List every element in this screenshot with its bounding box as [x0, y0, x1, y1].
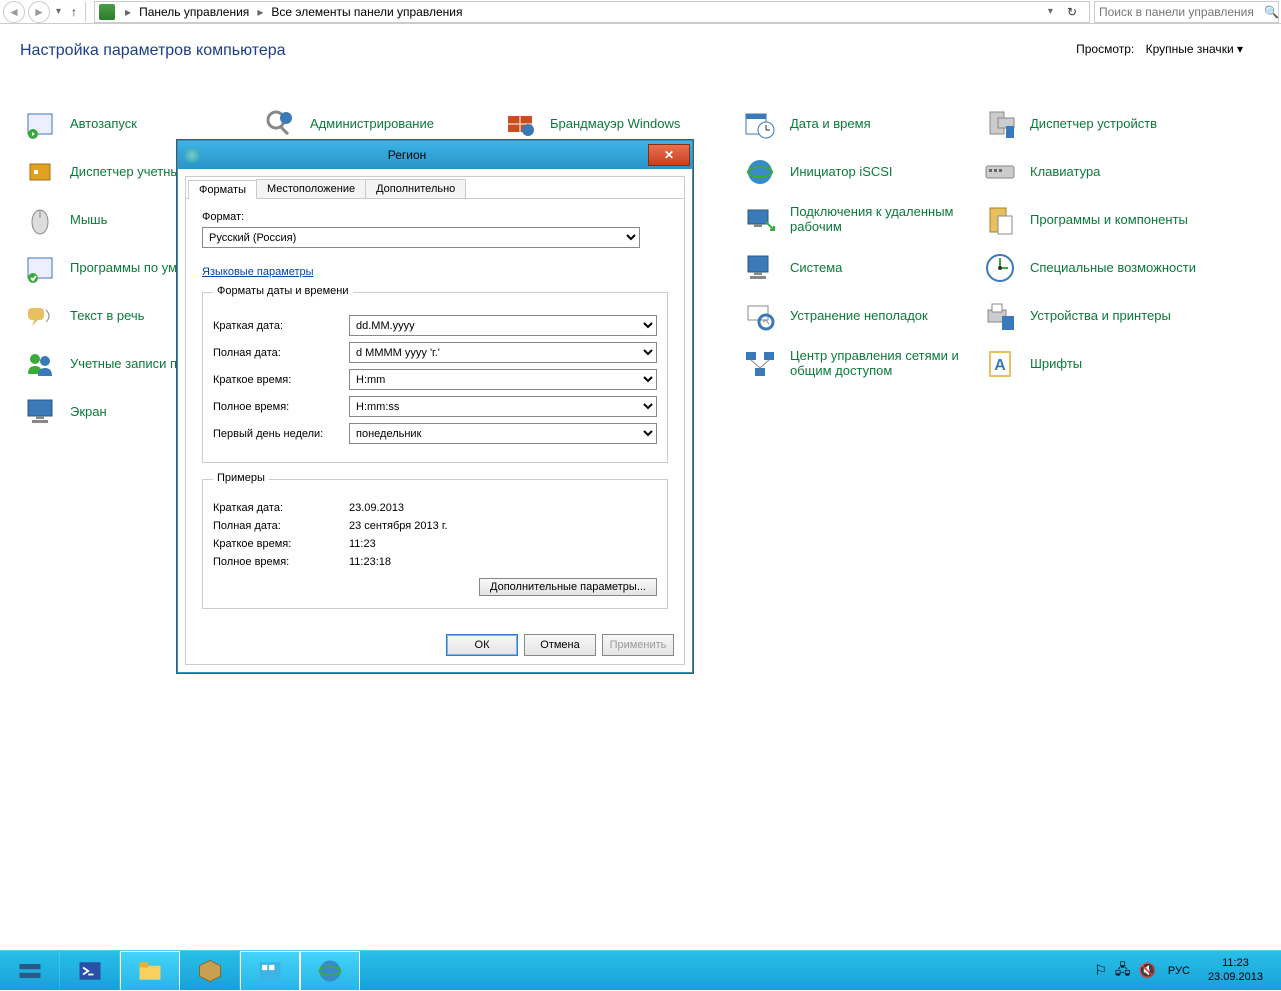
formats-panel: Формат: Русский (Россия) Языковые параме…: [186, 199, 684, 621]
item-iscsi[interactable]: Инициатор iSCSI: [740, 148, 980, 196]
address-dropdown[interactable]: ▾: [1048, 6, 1053, 17]
task-control-panel[interactable]: [240, 951, 300, 991]
dialog-body: Форматы Местоположение Дополнительно Фор…: [185, 176, 685, 665]
flag-icon[interactable]: ⚐: [1094, 962, 1107, 979]
task-region[interactable]: [300, 951, 360, 991]
long-time-combo[interactable]: H:mm:ss: [349, 396, 657, 417]
refresh-button[interactable]: ↻: [1059, 5, 1085, 19]
date-time-icon: [740, 104, 780, 144]
device-manager-icon: [980, 104, 1020, 144]
fonts-icon: A: [980, 344, 1020, 384]
breadcrumb-2[interactable]: Все элементы панели управления: [267, 5, 466, 19]
keyboard-icon: [980, 152, 1020, 192]
speech-icon: [20, 296, 60, 336]
address-toolbar: ◄ ► ▾ ↑ ▸ Панель управления ▸ Все элемен…: [0, 0, 1281, 24]
item-keyboard[interactable]: Клавиатура: [980, 148, 1220, 196]
format-label: Формат:: [202, 211, 668, 223]
history-dropdown[interactable]: ▾: [56, 6, 61, 17]
mouse-icon: [20, 200, 60, 240]
item-network-sharing[interactable]: Центр управления сетями и общим доступом: [740, 340, 980, 388]
view-dropdown[interactable]: Крупные значки ▾: [1146, 42, 1243, 56]
item-ease-of-access[interactable]: Специальные возможности: [980, 244, 1220, 292]
remote-desktop-icon: [740, 200, 780, 240]
close-button[interactable]: ✕: [648, 144, 690, 166]
svg-text:A: A: [994, 357, 1006, 374]
item-programs-features[interactable]: Программы и компоненты: [980, 196, 1220, 244]
dialog-buttons: ОК Отмена Применить: [446, 634, 674, 656]
dialog-titlebar[interactable]: Регион ✕: [178, 141, 692, 169]
troubleshooting-icon: [740, 296, 780, 336]
breadcrumb-1[interactable]: Панель управления: [135, 5, 253, 19]
search-icon[interactable]: 🔍: [1258, 5, 1281, 19]
control-panel-icon: [99, 4, 115, 20]
datetime-fieldset: Форматы даты и времени Краткая дата:dd.M…: [202, 292, 668, 463]
back-button[interactable]: ◄: [3, 1, 25, 23]
language-indicator[interactable]: РУС: [1168, 965, 1190, 977]
item-remote-desktop[interactable]: Подключения к удаленным рабочим: [740, 196, 980, 244]
display-icon: [20, 392, 60, 432]
task-server-manager[interactable]: [0, 951, 60, 991]
extra-settings-button[interactable]: Дополнительные параметры...: [479, 578, 657, 596]
ok-button[interactable]: ОК: [446, 634, 518, 656]
language-link[interactable]: Языковые параметры: [202, 266, 314, 278]
dialog-title: Регион: [206, 148, 648, 162]
search-box[interactable]: 🔍: [1094, 1, 1279, 23]
item-troubleshooting[interactable]: Устранение неполадок: [740, 292, 980, 340]
credential-icon: [20, 152, 60, 192]
system-tray: ⚐ 🖧 🔇 РУС 11:23 23.09.2013: [1090, 951, 1281, 990]
item-devices-printers[interactable]: Устройства и принтеры: [980, 292, 1220, 340]
first-day-combo[interactable]: понедельник: [349, 423, 657, 444]
address-bar[interactable]: ▸ Панель управления ▸ Все элементы панел…: [94, 1, 1090, 23]
dialog-tabs: Форматы Местоположение Дополнительно: [186, 177, 684, 199]
tab-formats[interactable]: Форматы: [188, 180, 257, 199]
ease-of-access-icon: [980, 248, 1020, 288]
clock[interactable]: 11:23 23.09.2013: [1198, 957, 1273, 983]
format-combo[interactable]: Русский (Россия): [202, 227, 640, 248]
item-system[interactable]: Система: [740, 244, 980, 292]
item-fonts[interactable]: AШрифты: [980, 340, 1220, 388]
region-dialog: Регион ✕ Форматы Местоположение Дополнит…: [177, 140, 693, 673]
task-explorer[interactable]: [120, 951, 180, 991]
programs-icon: [980, 200, 1020, 240]
task-powershell[interactable]: [60, 951, 120, 991]
globe-icon: [184, 147, 200, 163]
page-heading: Настройка параметров компьютера: [20, 42, 1261, 60]
iscsi-icon: [740, 152, 780, 192]
firewall-icon: [500, 104, 540, 144]
item-device-manager[interactable]: Диспетчер устройств: [980, 100, 1220, 148]
view-selector: Просмотр: Крупные значки ▾: [1076, 42, 1243, 56]
tab-advanced[interactable]: Дополнительно: [365, 179, 466, 198]
task-box[interactable]: [180, 951, 240, 991]
taskbar: ⚐ 🖧 🔇 РУС 11:23 23.09.2013: [0, 950, 1281, 990]
forward-button[interactable]: ►: [28, 1, 50, 23]
default-programs-icon: [20, 248, 60, 288]
network-icon: [740, 344, 780, 384]
sound-tray-icon[interactable]: 🔇: [1138, 962, 1155, 979]
cancel-button[interactable]: Отмена: [524, 634, 596, 656]
long-date-combo[interactable]: d MMMM yyyy 'г.': [349, 342, 657, 363]
network-tray-icon[interactable]: 🖧: [1115, 959, 1131, 983]
search-input[interactable]: [1095, 5, 1258, 19]
admin-tools-icon: [260, 104, 300, 144]
user-accounts-icon: [20, 344, 60, 384]
system-icon: [740, 248, 780, 288]
apply-button: Применить: [602, 634, 674, 656]
autoplay-icon: [20, 104, 60, 144]
examples-fieldset: Примеры Краткая дата:23.09.2013 Полная д…: [202, 479, 668, 609]
up-button[interactable]: ↑: [71, 5, 77, 19]
item-date-time[interactable]: Дата и время: [740, 100, 980, 148]
short-time-combo[interactable]: H:mm: [349, 369, 657, 390]
devices-printers-icon: [980, 296, 1020, 336]
tab-location[interactable]: Местоположение: [256, 179, 366, 198]
short-date-combo[interactable]: dd.MM.yyyy: [349, 315, 657, 336]
